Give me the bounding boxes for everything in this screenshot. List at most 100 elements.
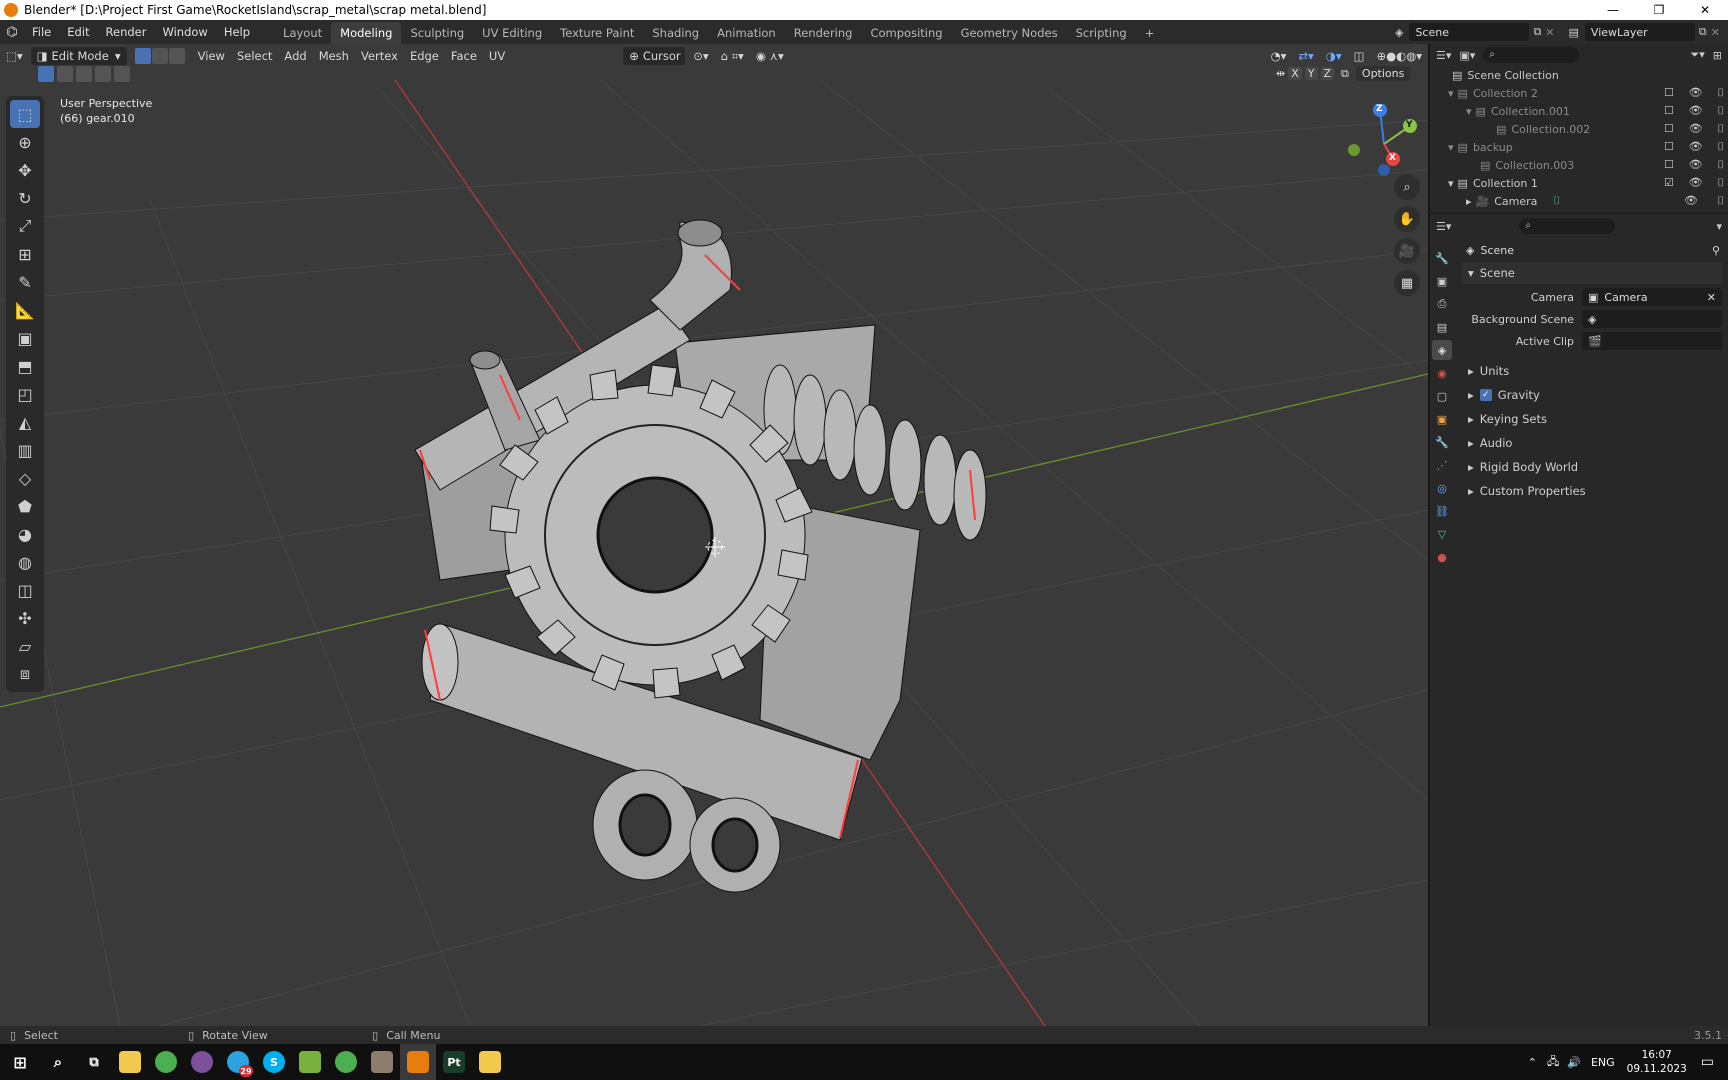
snap-icon[interactable]: ⌂ ⌗▾ bbox=[715, 47, 750, 65]
tab-animation[interactable]: Animation bbox=[708, 22, 785, 44]
blender-menu-icon[interactable]: ⌬ bbox=[0, 25, 24, 40]
object-tab-icon[interactable]: ▣ bbox=[1432, 409, 1452, 429]
language-indicator[interactable]: ENG bbox=[1591, 1056, 1615, 1069]
view-layer-tab-icon[interactable]: ▤ bbox=[1432, 317, 1452, 337]
outliner-row[interactable]: ▸ 🎥 Camera ⌷ 👁 ⌷ bbox=[1430, 192, 1728, 210]
expand-arrow-icon[interactable]: ▾ bbox=[1448, 141, 1454, 154]
new-view-layer-icon[interactable]: ⧉ bbox=[1699, 25, 1707, 39]
camera-render-icon[interactable]: ⌷ bbox=[1717, 86, 1724, 100]
transform-tool-icon[interactable]: ⊞ bbox=[10, 240, 40, 268]
modifier-tab-icon[interactable]: 🔧 bbox=[1432, 432, 1452, 452]
tab-scripting[interactable]: Scripting bbox=[1067, 22, 1136, 44]
eye-icon[interactable]: 👁 bbox=[1689, 104, 1703, 118]
gravity-checkbox[interactable]: ✓ bbox=[1479, 389, 1492, 401]
folder-taskbar-icon[interactable] bbox=[472, 1044, 508, 1080]
tool-tab-icon[interactable]: 🔧 bbox=[1432, 248, 1452, 268]
panel-scene[interactable]: ▾ Scene bbox=[1462, 262, 1722, 284]
search-icon[interactable]: ⌕ bbox=[40, 1044, 76, 1080]
exclude-checkbox-checked-icon[interactable]: ☑ bbox=[1664, 176, 1674, 190]
outliner-row[interactable]: ▾ ▤ Collection 1 ☑ 👁 ⌷ bbox=[1430, 174, 1728, 192]
camera-render-icon[interactable]: ⌷ bbox=[1717, 194, 1724, 208]
filter-icon[interactable]: ⏷▾ bbox=[1690, 48, 1704, 62]
exclude-checkbox-icon[interactable]: ☐ bbox=[1664, 158, 1674, 172]
panel-custom-properties[interactable]: ▸ Custom Properties bbox=[1462, 480, 1722, 502]
tab-compositing[interactable]: Compositing bbox=[861, 22, 951, 44]
scale-tool-icon[interactable]: ⤢ bbox=[10, 212, 40, 240]
exclude-checkbox-icon[interactable]: ☐ bbox=[1664, 122, 1674, 136]
mirror-z-button[interactable]: Z bbox=[1320, 67, 1335, 80]
blender-taskbar-icon[interactable] bbox=[400, 1044, 436, 1080]
expand-arrow-icon[interactable]: ▾ bbox=[1448, 87, 1454, 100]
exclude-checkbox-icon[interactable]: ☐ bbox=[1664, 86, 1674, 100]
extrude-tool-icon[interactable]: ⬒ bbox=[10, 352, 40, 380]
exclude-checkbox-icon[interactable]: ☐ bbox=[1664, 104, 1674, 118]
outliner-row[interactable]: ▤ Scene Collection bbox=[1430, 66, 1728, 84]
select-box-intersect-icon[interactable] bbox=[114, 66, 130, 82]
menu-vertex[interactable]: Vertex bbox=[355, 47, 404, 65]
tab-texture-paint[interactable]: Texture Paint bbox=[551, 22, 643, 44]
menu-help[interactable]: Help bbox=[216, 20, 258, 44]
camera-render-icon[interactable]: ⌷ bbox=[1717, 158, 1724, 172]
menu-edge[interactable]: Edge bbox=[404, 47, 445, 65]
render-tab-icon[interactable]: ▣ bbox=[1432, 271, 1452, 291]
background-scene-field[interactable]: ◈ bbox=[1582, 310, 1722, 328]
3d-viewport[interactable]: ⬚▾ ◨ Edit Mode ▾ View Select Add Mesh Ve… bbox=[0, 44, 1428, 1026]
panel-audio[interactable]: ▸ Audio bbox=[1462, 432, 1722, 454]
mirror-x-button[interactable]: X bbox=[1288, 67, 1302, 80]
pivot-point-icon[interactable]: ⊙▾ bbox=[687, 47, 714, 65]
perspective-toggle-icon[interactable]: ▦ bbox=[1394, 270, 1420, 296]
bevel-tool-icon[interactable]: ◭ bbox=[10, 408, 40, 436]
tab-uv-editing[interactable]: UV Editing bbox=[473, 22, 551, 44]
shading-modes-icon[interactable]: ⊕●◐◍▾ bbox=[1370, 47, 1428, 65]
smooth-tool-icon[interactable]: ◍ bbox=[10, 548, 40, 576]
chevron-down-icon[interactable]: ▾ bbox=[1716, 220, 1722, 233]
rotate-tool-icon[interactable]: ↻ bbox=[10, 184, 40, 212]
menu-edit[interactable]: Edit bbox=[59, 20, 97, 44]
outliner-row[interactable]: ▾ ▤ backup ☐ 👁 ⌷ bbox=[1430, 138, 1728, 156]
expand-arrow-icon[interactable]: ▸ bbox=[1466, 195, 1472, 208]
gimp-taskbar-icon[interactable] bbox=[364, 1044, 400, 1080]
outliner-editor-icon[interactable]: ☰▾ bbox=[1436, 49, 1451, 62]
camera-render-icon[interactable]: ⌷ bbox=[1717, 176, 1724, 190]
transform-orientation-dropdown[interactable]: ⊕ Cursor bbox=[623, 47, 686, 65]
clock[interactable]: 16:07 09.11.2023 bbox=[1627, 1048, 1687, 1076]
select-box-tool-icon[interactable]: ⬚ bbox=[10, 100, 40, 128]
material-tab-icon[interactable]: ● bbox=[1432, 547, 1452, 567]
mode-dropdown[interactable]: ◨ Edit Mode ▾ bbox=[30, 47, 127, 65]
start-button[interactable]: ⊞ bbox=[0, 1044, 40, 1080]
camera-render-icon[interactable]: ⌷ bbox=[1717, 104, 1724, 118]
properties-search-field[interactable]: ⌕ bbox=[1519, 218, 1616, 234]
eye-icon[interactable]: 👁 bbox=[1689, 140, 1703, 154]
outliner-row[interactable]: ▤ Collection.002 ☐ 👁 ⌷ bbox=[1430, 120, 1728, 138]
menu-face[interactable]: Face bbox=[445, 47, 483, 65]
pan-hand-icon[interactable]: ✋ bbox=[1394, 206, 1420, 232]
substance-painter-taskbar-icon[interactable]: Pt bbox=[436, 1044, 472, 1080]
new-collection-icon[interactable]: ⊞ bbox=[1713, 49, 1722, 62]
select-box-extend-icon[interactable] bbox=[57, 66, 73, 82]
menu-uv[interactable]: UV bbox=[483, 47, 511, 65]
constraints-tab-icon[interactable]: ⛓ bbox=[1432, 501, 1452, 521]
spin-tool-icon[interactable]: ◕ bbox=[10, 520, 40, 548]
particles-tab-icon[interactable]: ⋰ bbox=[1432, 455, 1452, 475]
outliner-row[interactable]: ▾ ▤ Collection.001 ☐ 👁 ⌷ bbox=[1430, 102, 1728, 120]
new-scene-icon[interactable]: ⧉ bbox=[1533, 25, 1541, 39]
scene-icon[interactable]: ◈ bbox=[1395, 26, 1403, 39]
physics-tab-icon[interactable]: ◎ bbox=[1432, 478, 1452, 498]
close-icon[interactable]: ✕ bbox=[1682, 0, 1728, 20]
menu-file[interactable]: File bbox=[24, 20, 59, 44]
menu-view[interactable]: View bbox=[192, 47, 231, 65]
view-layer-selector[interactable]: ViewLayer bbox=[1584, 23, 1695, 41]
chrome-taskbar-icon[interactable] bbox=[148, 1044, 184, 1080]
menu-select[interactable]: Select bbox=[231, 47, 278, 65]
tab-shading[interactable]: Shading bbox=[643, 22, 708, 44]
tab-layout[interactable]: Layout bbox=[274, 22, 331, 44]
eye-icon[interactable]: 👁 bbox=[1689, 176, 1703, 190]
select-box-invert-icon[interactable] bbox=[95, 66, 111, 82]
select-box-new-icon[interactable] bbox=[38, 66, 54, 82]
expand-arrow-icon[interactable]: ▾ bbox=[1448, 177, 1454, 190]
data-tab-icon[interactable]: ▽ bbox=[1432, 524, 1452, 544]
eye-icon[interactable]: 👁 bbox=[1689, 158, 1703, 172]
edge-slide-tool-icon[interactable]: ◫ bbox=[10, 576, 40, 604]
panel-rigid-body-world[interactable]: ▸ Rigid Body World bbox=[1462, 456, 1722, 478]
knife-tool-icon[interactable]: ◇ bbox=[10, 464, 40, 492]
